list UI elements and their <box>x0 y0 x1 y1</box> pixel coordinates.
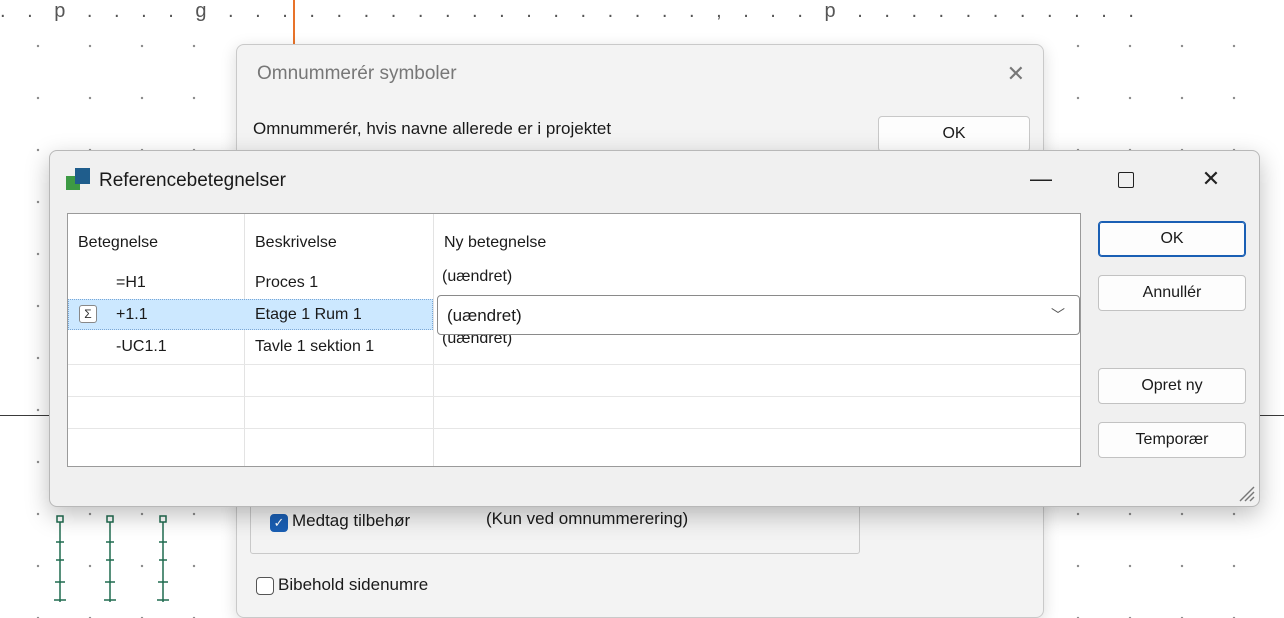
cursor-guide-line <box>293 0 295 46</box>
minimize-icon[interactable]: — <box>1016 161 1066 197</box>
temporary-button[interactable]: Temporær <box>1098 422 1246 458</box>
reference-designations-dialog: Referencebetegnelser — ✕ Betegnelse Besk… <box>49 150 1260 507</box>
maximize-icon[interactable] <box>1101 161 1151 197</box>
renumber-note: (Kun ved omnummerering) <box>486 509 689 528</box>
include-accessories-label: Medtag tilbehør <box>292 511 411 530</box>
column-header-beskrivelse[interactable]: Beskrivelse <box>255 234 337 252</box>
column-header-betegnelse[interactable]: Betegnelse <box>78 234 158 252</box>
row-0-beskrivelse[interactable]: Proces 1 <box>255 274 318 292</box>
keep-page-numbers-checkbox[interactable] <box>256 577 274 595</box>
combobox-value: (uændret) <box>447 306 522 325</box>
renumber-existing-label: Omnummerér, hvis navne allerede er i pro… <box>253 119 612 138</box>
cancel-button[interactable]: Annullér <box>1098 275 1246 311</box>
app-icon <box>66 168 90 192</box>
dialog-title: Referencebetegnelser <box>99 170 286 191</box>
row-1-beskrivelse[interactable]: Etage 1 Rum 1 <box>255 306 362 324</box>
row-1-betegnelse[interactable]: +1.1 <box>116 306 148 324</box>
row-2-beskrivelse[interactable]: Tavle 1 sektion 1 <box>255 338 374 356</box>
canvas-top-marks: . . p . . . . g . . . . . . . . . . . . … <box>0 0 1142 22</box>
chevron-down-icon[interactable]: ﹀ <box>1051 305 1065 325</box>
row-0-ny[interactable]: (uændret) <box>442 268 512 286</box>
renumber-dialog-title: Omnummerér symboler <box>257 63 457 84</box>
renumber-ok-button[interactable]: OK <box>878 116 1030 152</box>
create-new-button[interactable]: Opret ny <box>1098 368 1246 404</box>
column-header-ny-betegnelse[interactable]: Ny betegnelse <box>444 234 546 252</box>
close-icon[interactable]: ✕ <box>1186 161 1236 197</box>
include-accessories-checkbox[interactable]: ✓ <box>270 514 288 532</box>
schematic-symbols <box>54 515 169 602</box>
row-2-betegnelse[interactable]: -UC1.1 <box>116 338 167 356</box>
designations-table: Betegnelse Beskrivelse Ny betegnelse Σ =… <box>67 213 1081 467</box>
close-icon[interactable]: ✕ <box>1007 61 1025 87</box>
keep-page-numbers-label: Bibehold sidenumre <box>278 575 429 594</box>
sigma-icon: Σ <box>79 305 97 323</box>
resize-grip-icon[interactable] <box>1237 484 1255 502</box>
new-designation-combobox[interactable]: (uændret) ﹀ <box>437 295 1080 335</box>
row-0-betegnelse[interactable]: =H1 <box>116 274 146 292</box>
ok-button[interactable]: OK <box>1098 221 1246 257</box>
